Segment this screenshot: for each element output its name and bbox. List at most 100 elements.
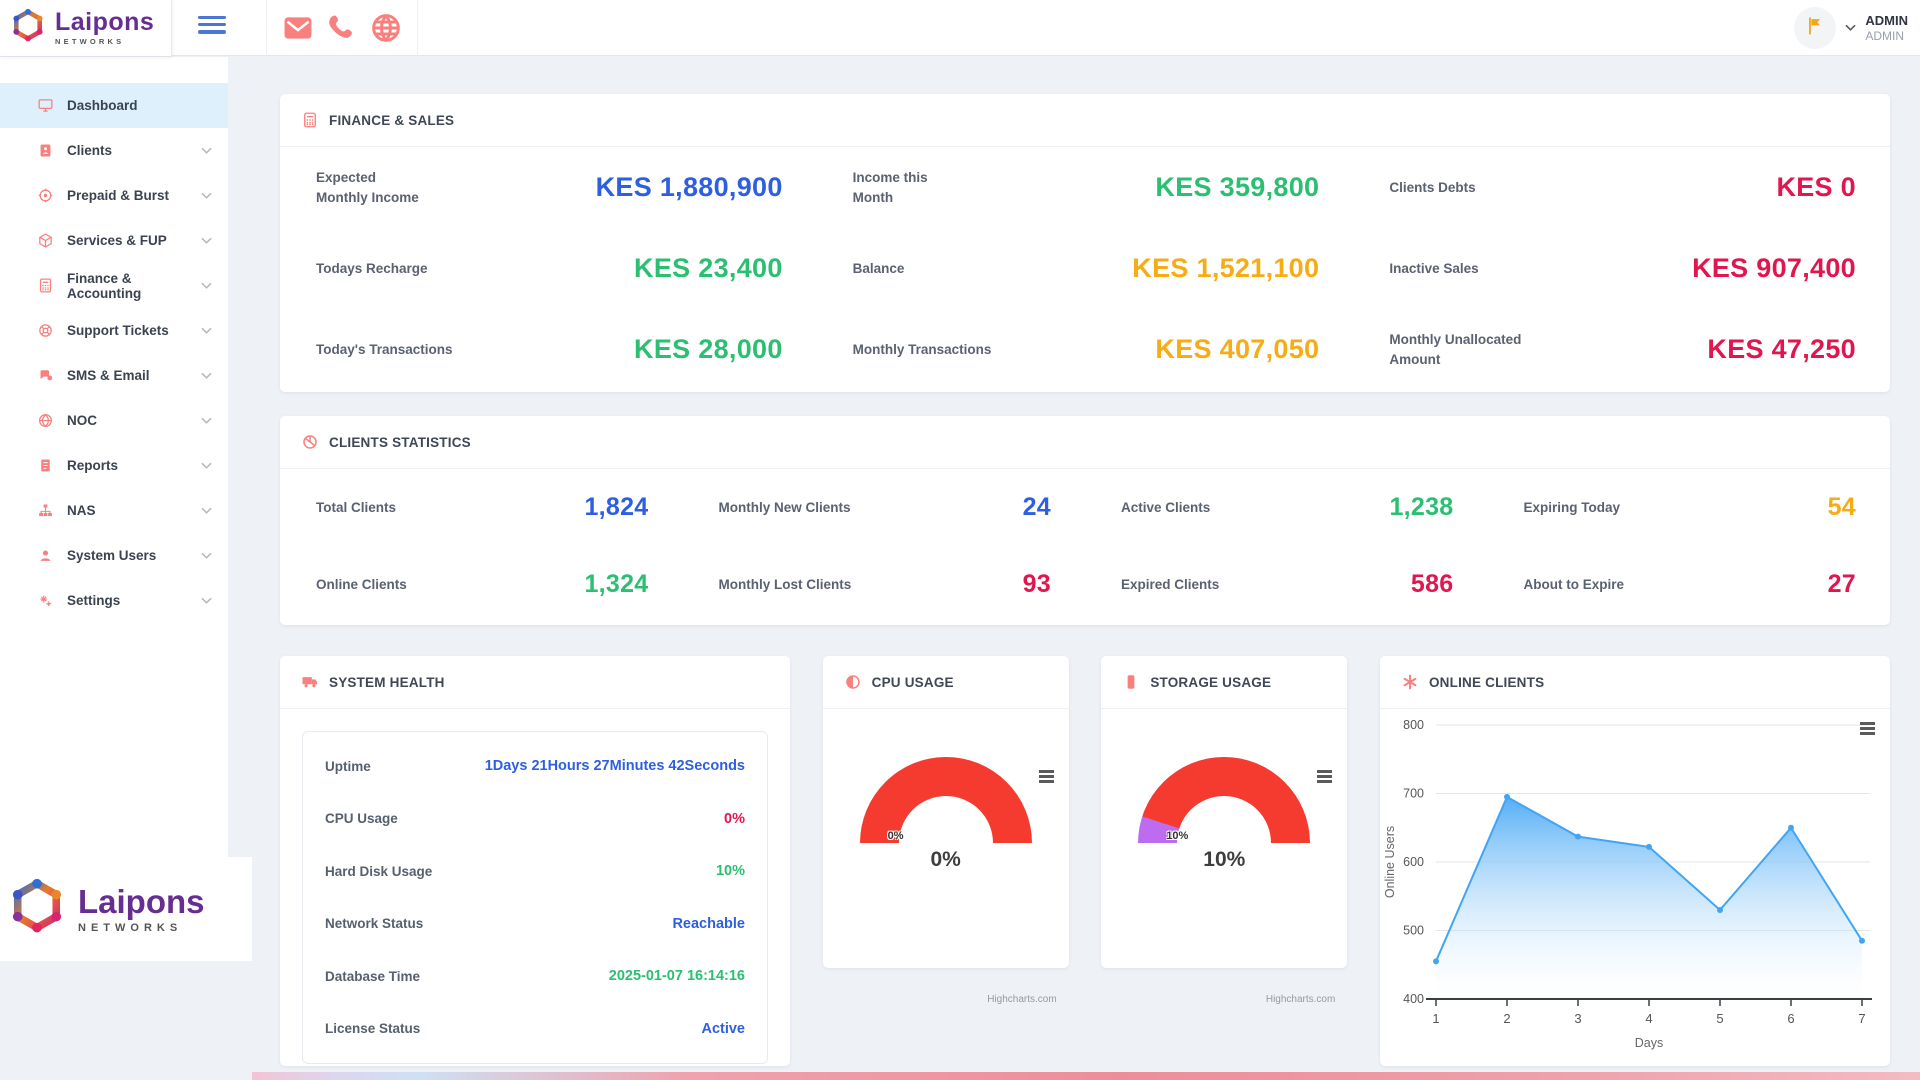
svg-text:400: 400 [1403, 992, 1424, 1006]
health-value: Active [701, 1021, 745, 1037]
user-name: ADMIN [1865, 13, 1908, 29]
brand-name: Laipons [78, 885, 205, 918]
storage-drive-icon [1122, 673, 1140, 691]
chevron-down-icon[interactable] [201, 368, 212, 383]
sidebar-item-system-users[interactable]: System Users [0, 533, 228, 578]
gears-icon [37, 592, 54, 609]
chevron-down-icon[interactable] [201, 548, 212, 563]
globe-icon[interactable] [369, 11, 403, 45]
stat-label: Clients Debts [1389, 178, 1475, 198]
health-row-hard-disk-usage: Hard Disk Usage10% [325, 845, 745, 898]
stat-cell-monthly-new-clients: Monthly New Clients24 [683, 469, 1086, 546]
stat-cell-expiring-today: Expiring Today54 [1488, 469, 1891, 546]
sidebar-item-reports[interactable]: Reports [0, 443, 228, 488]
svg-text:Online Users: Online Users [1383, 826, 1397, 898]
chevron-down-icon[interactable] [201, 458, 212, 473]
sidebar-item-label: System Users [67, 548, 156, 563]
chevron-down-icon[interactable] [201, 278, 212, 293]
chevron-down-icon[interactable] [201, 503, 212, 518]
svg-text:3: 3 [1574, 1011, 1581, 1026]
gauge-value: 0% [823, 848, 1069, 872]
sidebar-item-label: SMS & Email [67, 368, 150, 383]
sidebar-item-prepaid-burst[interactable]: Prepaid & Burst [0, 173, 228, 218]
mail-icon[interactable] [281, 11, 315, 45]
stat-cell-monthly-unallocated-amount: Monthly Unallocated AmountKES 47,250 [1353, 309, 1890, 390]
hexagon-logo-icon [4, 874, 70, 945]
chevron-down-icon[interactable] [201, 413, 212, 428]
sidebar-item-services-fup[interactable]: Services & FUP [0, 218, 228, 263]
chevron-down-icon[interactable] [201, 143, 212, 158]
stat-value: KES 0 [1776, 172, 1856, 203]
health-label: Network Status [325, 916, 423, 931]
stat-label: Monthly New Clients [719, 498, 851, 518]
highcharts-credit[interactable]: Highcharts.com [1266, 994, 1335, 1005]
finance-sales-card: FINANCE & SALES Expected Monthly IncomeK… [280, 94, 1890, 392]
stat-label: Income this Month [853, 168, 928, 207]
brand-name: Laipons [55, 10, 154, 35]
stat-value: KES 1,521,100 [1132, 253, 1319, 284]
highcharts-credit[interactable]: Highcharts.com [987, 994, 1056, 1005]
stat-value: 93 [1023, 570, 1051, 599]
stat-cell-inactive-sales: Inactive SalesKES 907,400 [1353, 228, 1890, 309]
bottom-scroll-strip[interactable] [252, 1072, 1920, 1080]
health-value: 0% [724, 811, 745, 827]
stat-value: 1,238 [1389, 493, 1453, 522]
menu-toggle-icon[interactable] [198, 16, 226, 38]
stat-cell-monthly-transactions: Monthly TransactionsKES 407,050 [817, 309, 1354, 390]
stat-label: Online Clients [316, 575, 407, 595]
chevron-down-icon[interactable] [1845, 19, 1856, 37]
user-role: ADMIN [1865, 29, 1908, 43]
health-value: 1Days 21Hours 27Minutes 42Seconds [485, 758, 745, 774]
user-menu[interactable]: ADMIN ADMIN [1794, 7, 1908, 49]
sidebar-item-label: Clients [67, 143, 112, 158]
sidebar-item-label: Support Tickets [67, 323, 169, 338]
sidebar-item-sms-email[interactable]: SMS & Email [0, 353, 228, 398]
brand-logo[interactable]: Laipons NETWORKS [0, 0, 172, 57]
chart-context-menu-icon[interactable] [1039, 770, 1054, 783]
stat-cell-todays-recharge: Todays RechargeKES 23,400 [280, 228, 817, 309]
health-row-license-status: License Status Active [325, 1003, 745, 1056]
chart-context-menu-icon[interactable] [1317, 770, 1332, 783]
calculator-icon [37, 277, 54, 294]
sidebar-item-support-tickets[interactable]: Support Tickets [0, 308, 228, 353]
chevron-down-icon[interactable] [201, 233, 212, 248]
clients-statistics-grid: Total Clients1,824Monthly New Clients24A… [280, 469, 1890, 623]
sidebar-item-noc[interactable]: NOC [0, 398, 228, 443]
health-row-database-time: Database Time2025-01-07 16:14:16 [325, 950, 745, 1003]
calculator-icon [301, 111, 319, 129]
svg-text:5: 5 [1716, 1011, 1723, 1026]
health-row-network-status: Network StatusReachable [325, 898, 745, 951]
health-label: Uptime [325, 759, 371, 774]
sidebar-item-label: Settings [67, 593, 120, 608]
divider [823, 708, 1069, 709]
phone-icon[interactable] [325, 11, 359, 45]
sitemap-icon [37, 502, 54, 519]
chevron-down-icon[interactable] [201, 593, 212, 608]
lifering-icon [37, 322, 54, 339]
sidebar-item-finance-accounting[interactable]: Finance & Accounting [0, 263, 228, 308]
sidebar-item-label: Prepaid & Burst [67, 188, 169, 203]
chat-icon [37, 367, 54, 384]
svg-text:700: 700 [1403, 787, 1424, 801]
user-icon [37, 547, 54, 564]
top-bar: Laipons NETWORKS ADMIN ADMIN [0, 0, 1920, 56]
chevron-down-icon[interactable] [201, 323, 212, 338]
hexagon-logo-icon [8, 6, 48, 51]
avatar[interactable] [1794, 7, 1836, 49]
stat-value: 54 [1828, 493, 1856, 522]
chart-context-menu-icon[interactable] [1860, 722, 1875, 735]
card-title: STORAGE USAGE [1150, 675, 1271, 690]
health-label: License Status [325, 1021, 420, 1036]
online-clients-chart: 1234567400500600700800DaysOnline Users [1380, 709, 1890, 1065]
sidebar-item-clients[interactable]: Clients [0, 128, 228, 173]
sidebar-item-dashboard[interactable]: Dashboard [0, 83, 228, 128]
stat-value: KES 47,250 [1707, 334, 1856, 365]
stat-label: About to Expire [1524, 575, 1625, 595]
stat-value: KES 359,800 [1155, 172, 1319, 203]
sidebar-item-settings[interactable]: Settings [0, 578, 228, 623]
chevron-down-icon[interactable] [201, 188, 212, 203]
stat-cell-balance: BalanceKES 1,521,100 [817, 228, 1354, 309]
stat-label: Expected Monthly Income [316, 168, 419, 207]
storage-gauge: 10%10% Highcharts.com [1101, 757, 1347, 1015]
sidebar-item-nas[interactable]: NAS [0, 488, 228, 533]
